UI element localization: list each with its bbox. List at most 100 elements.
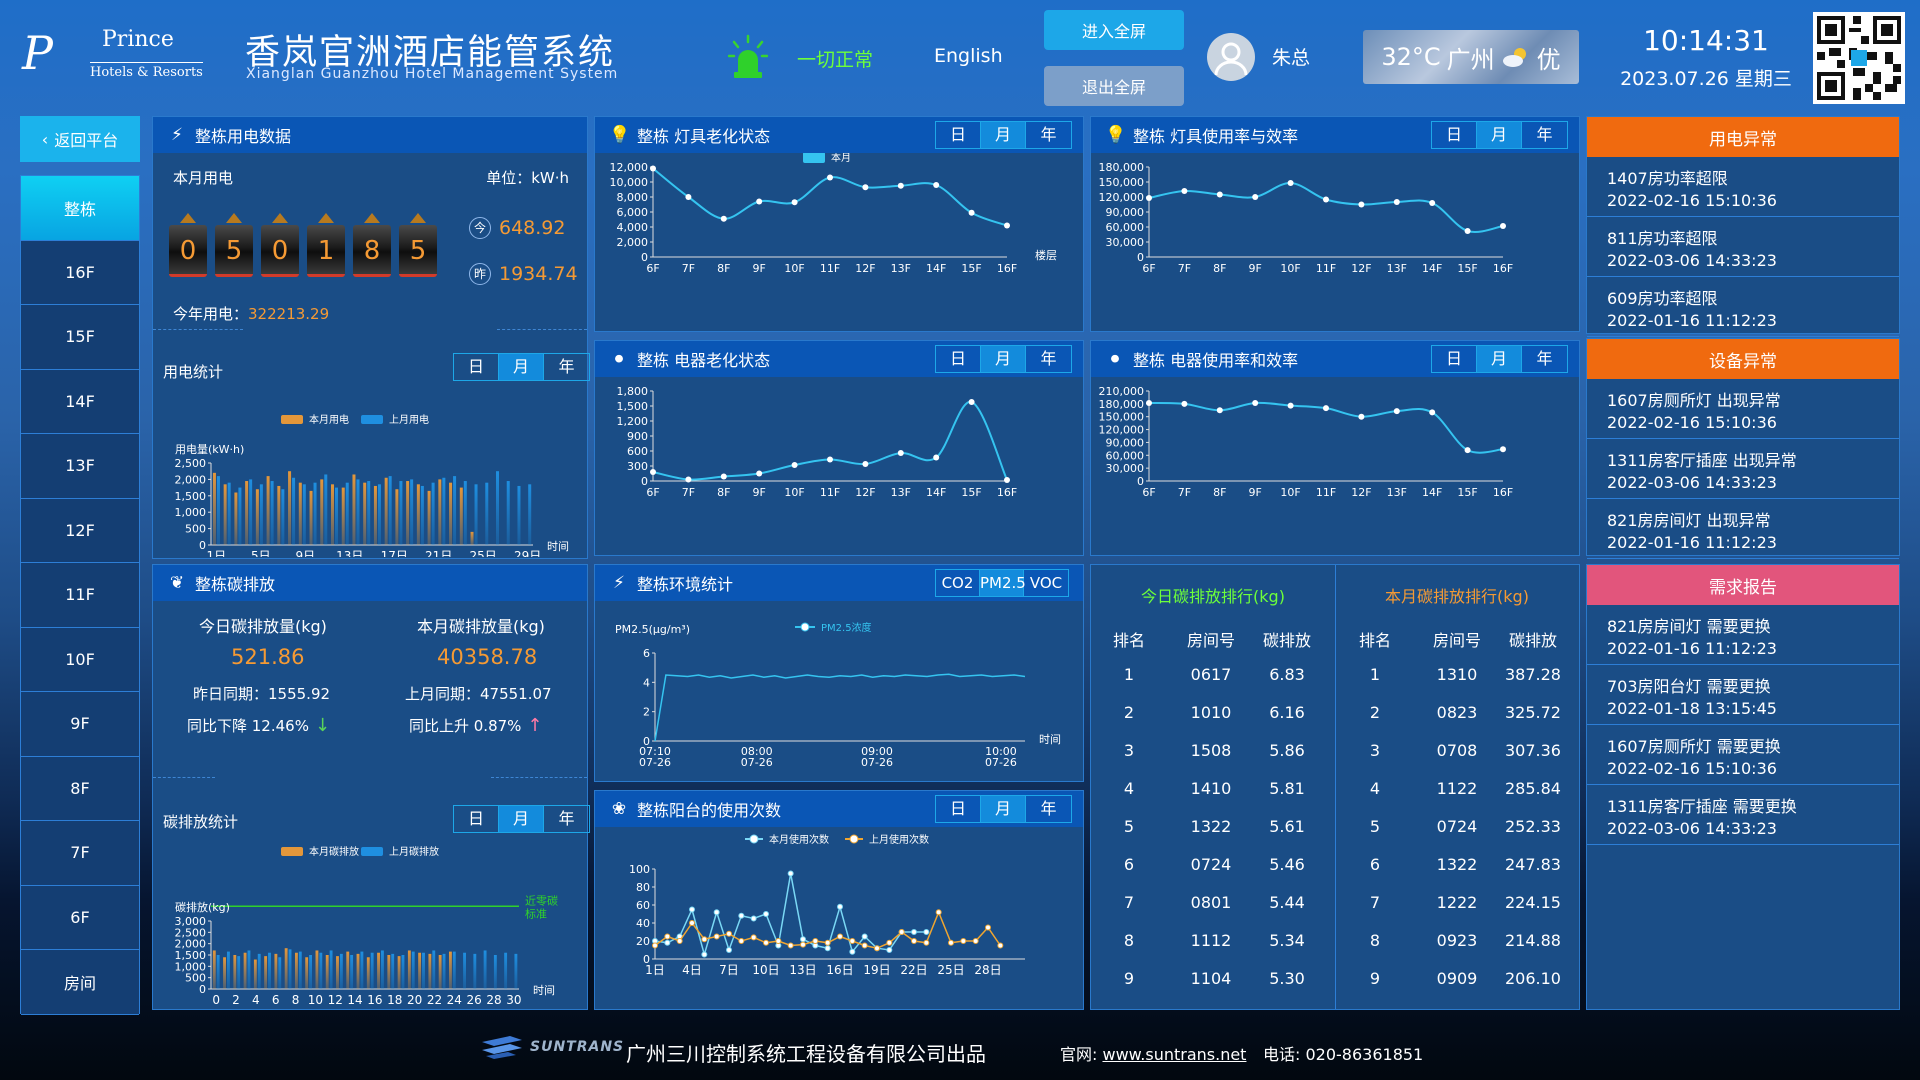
x-tick-label: 11F — [1316, 262, 1336, 275]
ranking-header-row-cell: 房间号 — [1432, 631, 1481, 650]
device-usage-chart: 030,00060,00090,000120,000150,000180,000… — [1099, 385, 1514, 499]
alert-item[interactable]: 811房功率超限 2022-03-06 14:33:23 — [1587, 217, 1899, 277]
range-month[interactable]: 月 — [1477, 122, 1522, 148]
alert-item[interactable]: 703房阳台灯 需要更换 2022-01-18 13:15:45 — [1587, 665, 1899, 725]
nav-item[interactable]: 6F — [21, 885, 139, 950]
alarm-light-icon — [728, 34, 768, 78]
language-switch[interactable]: English — [934, 45, 1003, 67]
alert-item[interactable]: 1607房厕所灯 出现异常 2022-02-16 15:10:36 — [1587, 379, 1899, 439]
range-day[interactable]: 日 — [936, 346, 981, 372]
range-month[interactable]: 月 — [1477, 346, 1522, 372]
x-tick-label: 1日 — [207, 549, 227, 557]
data-point — [800, 936, 806, 943]
alert-text: 821房房间灯 出现异常 — [1607, 511, 1771, 530]
y-tick-label: 500 — [185, 523, 206, 536]
nav-item[interactable]: 11F — [21, 563, 139, 628]
alert-text: 1607房厕所灯 需要更换 — [1607, 737, 1781, 756]
range-month[interactable]: 月 — [499, 354, 544, 380]
data-point — [713, 909, 720, 916]
plant-icon: ❀ — [611, 799, 627, 819]
range-month[interactable]: 月 — [499, 806, 544, 832]
x-tick-label: 14F — [1422, 262, 1442, 275]
data-point — [960, 938, 967, 944]
footer-site-link[interactable]: www.suntrans.net — [1102, 1045, 1246, 1064]
exit-fullscreen-button[interactable]: 退出全屏 — [1044, 66, 1184, 106]
range-day[interactable]: 日 — [936, 796, 981, 822]
data-point — [1216, 407, 1223, 414]
range-day[interactable]: 日 — [454, 354, 499, 380]
alert-item[interactable]: 609房功率超限 2022-01-16 11:12:23 — [1587, 277, 1899, 337]
y-tick-label: 80 — [636, 881, 650, 894]
x-tick-label: 21日 — [425, 549, 452, 557]
nav-item[interactable]: 房间 — [21, 950, 139, 1015]
user-avatar[interactable] — [1207, 33, 1255, 81]
env-tab[interactable]: PM2.5 — [980, 570, 1026, 596]
env-tab[interactable]: CO2 — [936, 570, 980, 596]
ranking-header-row-cell: 房间号 — [1186, 631, 1235, 650]
range-month[interactable]: 月 — [981, 346, 1026, 372]
alert-item[interactable]: 1407房功率超限 2022-02-16 15:10:36 — [1587, 157, 1899, 217]
bar — [352, 474, 356, 545]
x-tick-label: 9日 — [295, 549, 315, 557]
nav-item[interactable]: 12F — [21, 498, 139, 563]
range-day[interactable]: 日 — [936, 122, 981, 148]
nav-item[interactable]: 10F — [21, 627, 139, 692]
bar — [442, 953, 446, 989]
bar — [288, 471, 292, 545]
bar — [345, 482, 349, 545]
range-day[interactable]: 日 — [1432, 122, 1477, 148]
range-month[interactable]: 月 — [981, 796, 1026, 822]
back-to-platform-button[interactable]: ‹ 返回平台 — [20, 116, 140, 162]
alert-time: 2022-01-16 11:12:23 — [1607, 639, 1777, 658]
nav-item[interactable]: 整栋 — [21, 176, 139, 241]
alert-item[interactable]: 821房房间灯 需要更换 2022-01-16 11:12:23 — [1587, 605, 1899, 665]
bar — [428, 953, 432, 989]
light-aging-title: 整栋 灯具老化状态 — [637, 127, 771, 146]
range-day[interactable]: 日 — [454, 806, 499, 832]
range-year[interactable]: 年 — [1026, 796, 1071, 822]
nav-item[interactable]: 14F — [21, 369, 139, 434]
alert-item[interactable]: 821房房间灯 出现异常 2022-01-16 11:12:23 — [1587, 499, 1899, 559]
weather-city: 广州 — [1446, 45, 1495, 74]
bar — [438, 479, 442, 545]
nav-item[interactable]: 9F — [21, 692, 139, 757]
nav-item[interactable]: 16F — [21, 240, 139, 305]
nav-item[interactable]: 7F — [21, 821, 139, 886]
y-tick-label: 300 — [627, 460, 648, 473]
data-point — [849, 938, 856, 944]
range-year[interactable]: 年 — [1522, 122, 1567, 148]
range-month[interactable]: 月 — [981, 122, 1026, 148]
bar — [335, 487, 339, 545]
nav-item[interactable]: 8F — [21, 756, 139, 821]
bar — [226, 951, 230, 989]
x-tick-label: 6F — [646, 486, 659, 499]
alert-item[interactable]: 1311房客厅插座 出现异常 2022-03-06 14:33:23 — [1587, 439, 1899, 499]
alert-item[interactable]: 1607房厕所灯 需要更换 2022-02-16 15:10:36 — [1587, 725, 1899, 785]
footer-phone: 电话: 020-86361851 — [1263, 1045, 1424, 1064]
divider — [153, 777, 215, 778]
carbon-month-label: 本月碳排放量(kg) — [417, 617, 545, 636]
table-row-cell: 1310 — [1436, 665, 1478, 684]
nav-item[interactable]: 15F — [21, 305, 139, 370]
env-tab[interactable]: VOC — [1024, 570, 1068, 596]
y-tick-label: 1,500 — [175, 949, 207, 962]
range-day[interactable]: 日 — [1432, 346, 1477, 372]
ranking-header-row-cell: 排名 — [1358, 631, 1391, 650]
x-tick-label: 22 — [427, 993, 442, 1007]
x-tick-label: 6F — [1142, 262, 1155, 275]
digit-value: 5 — [399, 225, 437, 277]
range-year[interactable]: 年 — [1522, 346, 1567, 372]
range-year[interactable]: 年 — [544, 806, 589, 832]
range-year[interactable]: 年 — [1026, 346, 1071, 372]
range-year[interactable]: 年 — [1026, 122, 1071, 148]
nav-item[interactable]: 13F — [21, 434, 139, 499]
bar — [363, 482, 367, 545]
enter-fullscreen-button[interactable]: 进入全屏 — [1044, 10, 1184, 50]
data-point — [756, 198, 763, 205]
range-year[interactable]: 年 — [544, 354, 589, 380]
data-point — [923, 939, 930, 946]
user-name[interactable]: 朱总 — [1272, 43, 1310, 70]
y-tick-label: 4,000 — [617, 221, 649, 234]
data-point — [968, 399, 975, 405]
alert-item[interactable]: 1311房客厅插座 需要更换 2022-03-06 14:33:23 — [1587, 785, 1899, 845]
